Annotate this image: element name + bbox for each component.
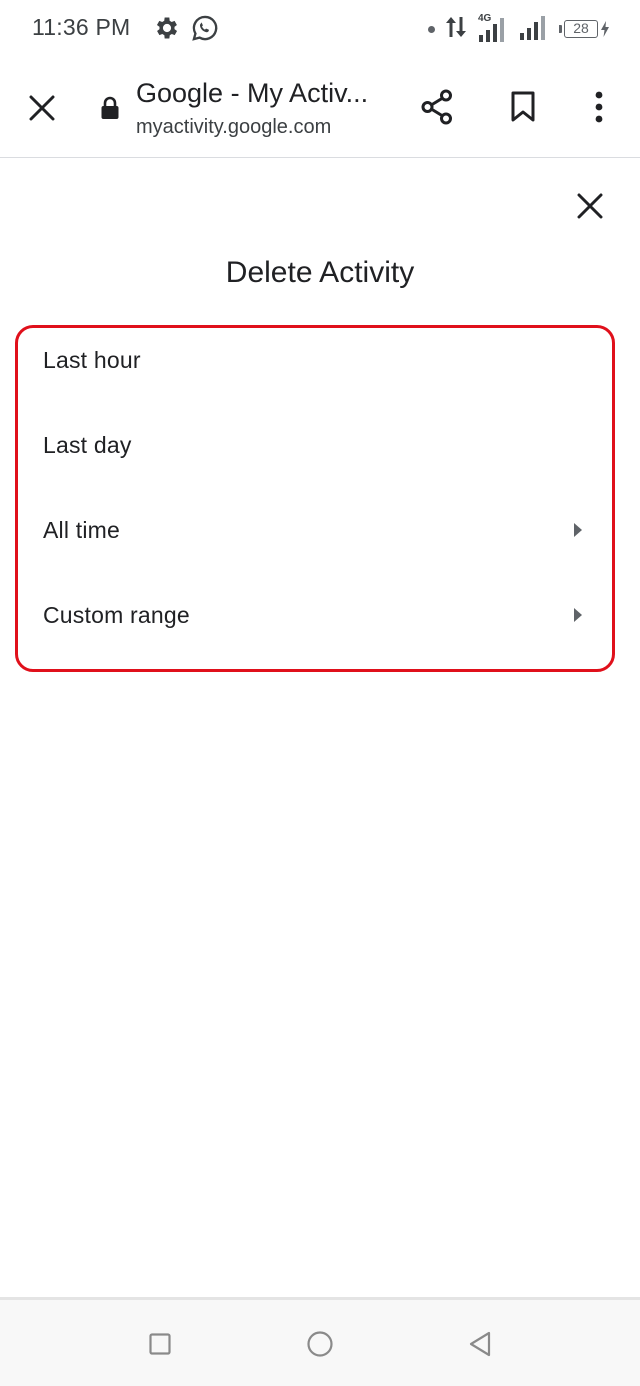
option-custom-range[interactable]: Custom range — [18, 573, 612, 657]
home-button[interactable] — [300, 1324, 340, 1364]
option-label: Last day — [43, 431, 132, 458]
share-button[interactable] — [414, 84, 460, 130]
back-button[interactable] — [460, 1324, 500, 1364]
system-nav-bar — [0, 1297, 640, 1386]
close-icon — [577, 193, 603, 219]
whatsapp-icon — [191, 14, 219, 42]
battery-level: 28 — [564, 20, 598, 38]
status-bar: 11:36 PM 4G 28 — [0, 0, 640, 58]
chevron-right-icon — [574, 608, 582, 622]
dialog-close-button[interactable] — [568, 184, 612, 228]
more-options-button[interactable] — [576, 84, 622, 130]
dialog-title: Delete Activity — [225, 256, 415, 289]
lock-icon[interactable] — [100, 96, 120, 120]
recents-icon — [149, 1333, 171, 1355]
option-label: Last hour — [43, 346, 141, 373]
battery-icon: 28 — [559, 20, 610, 38]
charging-icon — [601, 21, 609, 37]
close-tab-button[interactable] — [20, 86, 64, 130]
option-last-day[interactable]: Last day — [18, 403, 612, 487]
notification-dot — [428, 25, 435, 33]
status-indicators: 4G 28 — [428, 13, 610, 46]
more-vert-icon — [595, 91, 603, 123]
bookmark-button[interactable] — [500, 84, 546, 130]
custom-tab-toolbar: Google - My Activ... myactivity.google.c… — [0, 58, 640, 158]
delete-options-list: Last hour Last day All time Custom range — [15, 325, 615, 672]
close-icon — [29, 95, 55, 121]
data-transfer-icon — [445, 15, 467, 44]
status-time: 11:36 PM — [32, 14, 131, 40]
back-icon — [469, 1331, 491, 1357]
chevron-right-icon — [574, 523, 582, 537]
recents-button[interactable] — [140, 1324, 180, 1364]
option-label: Custom range — [43, 601, 190, 628]
option-all-time[interactable]: All time — [18, 488, 612, 572]
gear-icon — [153, 14, 181, 42]
bookmark-icon — [511, 91, 535, 122]
page-url[interactable]: myactivity.google.com — [136, 116, 331, 139]
signal-icon — [519, 13, 549, 46]
share-icon — [421, 89, 452, 125]
option-last-hour[interactable]: Last hour — [18, 318, 612, 402]
page-title[interactable]: Google - My Activ... — [136, 78, 368, 109]
option-label: All time — [43, 516, 121, 543]
signal-4g-icon: 4G — [477, 13, 509, 43]
home-icon — [307, 1331, 333, 1357]
